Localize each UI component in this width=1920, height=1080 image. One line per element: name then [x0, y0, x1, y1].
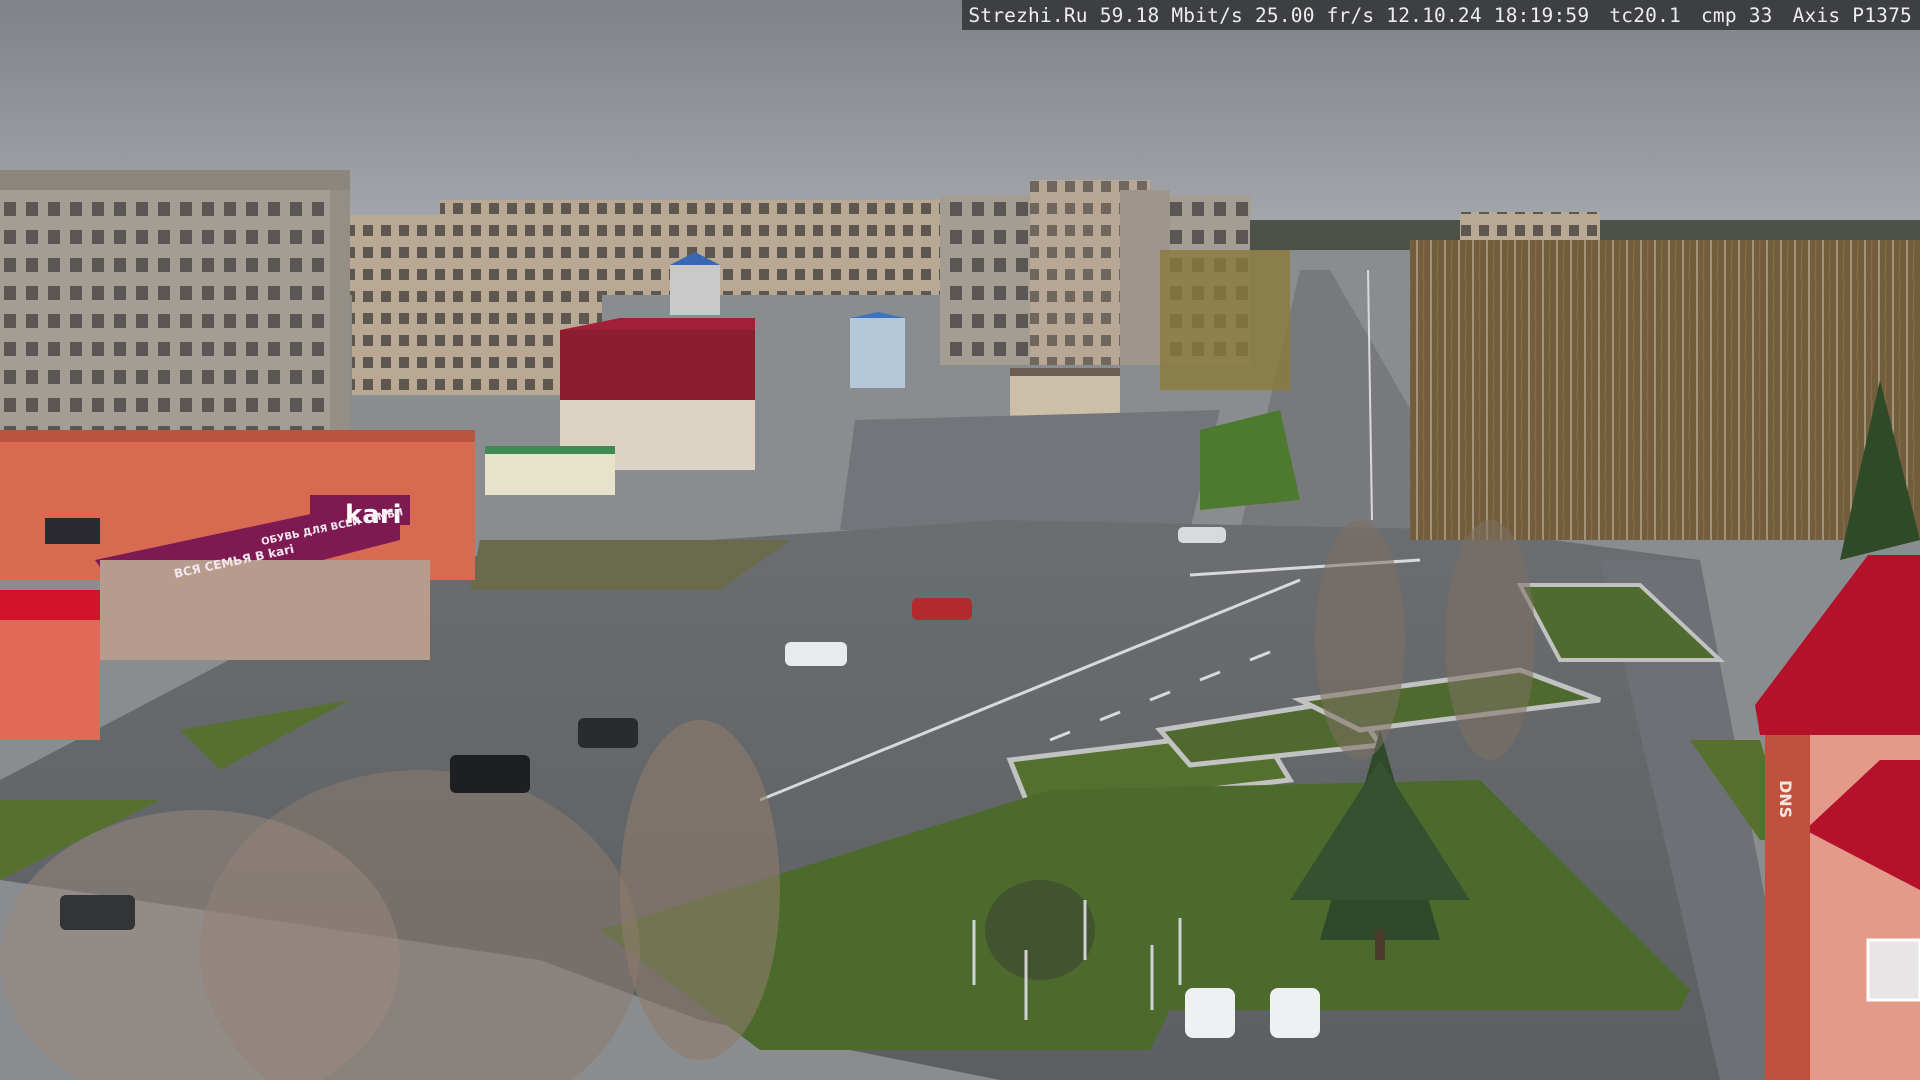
cmp-label: cmp 33 — [1700, 3, 1773, 27]
date-label: 12.10.24 — [1386, 3, 1482, 27]
time-label: 18:19:59 — [1493, 3, 1590, 27]
dns-sign: DNS — [1776, 780, 1795, 818]
bitrate-label: 59.18 Mbit/s — [1099, 3, 1243, 27]
site-label: Strezhi.Ru — [968, 3, 1088, 27]
webcam-scene: kari ВСЯ СЕМЬЯ В kari ОБУВЬ ДЛЯ ВСЕЙ СЕМ… — [0, 0, 1920, 1080]
camera-info-overlay: Strezhi.Ru 59.18 Mbit/s 25.00 fr/s 12.10… — [962, 0, 1920, 30]
framerate-label: 25.00 fr/s — [1254, 3, 1375, 27]
tc-label: tc20.1 — [1609, 3, 1681, 27]
camera-model-label: Axis P1375 — [1792, 3, 1912, 27]
